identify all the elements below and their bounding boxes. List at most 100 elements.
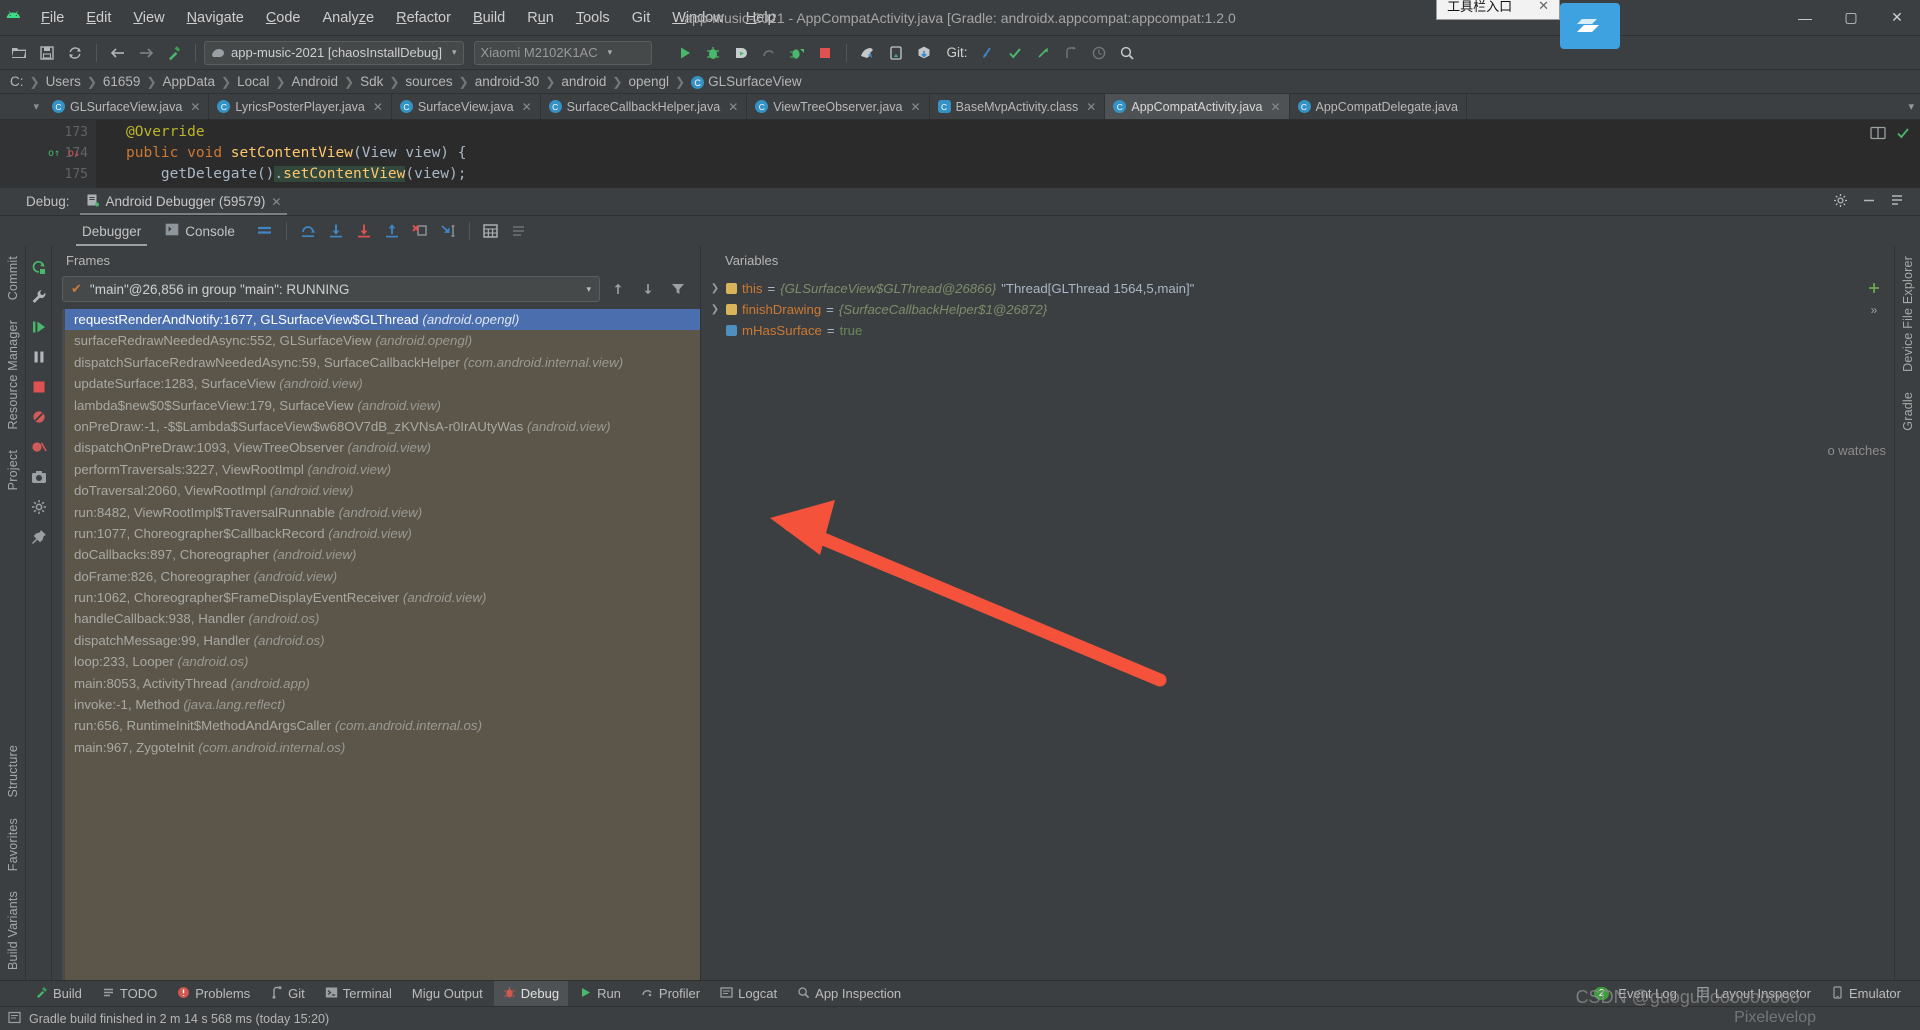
editor-tab-5[interactable]: C BaseMvpActivity.class ✕ [929, 94, 1106, 119]
variable-row[interactable]: mHasSurface = true [709, 320, 1854, 341]
close-icon[interactable]: ✕ [522, 100, 532, 114]
frame-row[interactable]: run:8482, ViewRootImpl$TraversalRunnable… [62, 502, 700, 523]
camera-icon[interactable] [26, 462, 52, 492]
frame-row[interactable]: doCallbacks:897, Choreographer (android.… [62, 544, 700, 565]
frame-row[interactable]: run:656, RuntimeInit$MethodAndArgsCaller… [62, 715, 700, 736]
frame-row[interactable]: updateSurface:1283, SurfaceView (android… [62, 373, 700, 394]
editor-tab-4[interactable]: C ViewTreeObserver.java ✕ [747, 94, 930, 119]
filter-icon[interactable] [666, 277, 690, 301]
frame-row[interactable]: dispatchOnPreDraw:1093, ViewTreeObserver… [62, 437, 700, 458]
force-step-into-icon[interactable] [350, 217, 378, 245]
frame-row[interactable]: run:1062, Choreographer$FrameDisplayEven… [62, 587, 700, 608]
frame-row[interactable]: performTraversals:3227, ViewRootImpl (an… [62, 459, 700, 480]
tab-console[interactable]: Console [153, 216, 247, 246]
breadcrumb-item-5[interactable]: Android [287, 74, 342, 89]
implementing-marker-icon[interactable]: o↑ [48, 143, 60, 164]
expand-chevron-icon[interactable]: ❯ [709, 278, 721, 299]
pin-icon[interactable] [26, 522, 52, 552]
tool-button-layout-inspector[interactable]: Layout Inspector [1688, 981, 1820, 1007]
editor-tab-2[interactable]: C SurfaceView.java ✕ [391, 94, 541, 119]
step-out-icon[interactable] [378, 217, 406, 245]
tool-button-logcat[interactable]: Logcat [711, 981, 786, 1007]
tool-button-migu-output[interactable]: Migu Output [403, 981, 492, 1007]
breadcrumb-item-2[interactable]: 61659 [99, 74, 145, 89]
settings-list-icon[interactable] [505, 217, 533, 245]
breadcrumb-item-4[interactable]: Local [233, 74, 273, 89]
minimize-icon[interactable] [1862, 193, 1876, 210]
frames-list[interactable]: requestRenderAndNotify:1677, GLSurfaceVi… [62, 309, 700, 980]
git-branch-icon[interactable] [1058, 40, 1084, 66]
menu-code[interactable]: Code [255, 6, 312, 30]
avd-manager-icon[interactable] [883, 40, 909, 66]
close-icon[interactable]: ✕ [728, 100, 738, 114]
menu-view[interactable]: View [122, 6, 175, 30]
expand-chevron-icon[interactable]: ❯ [709, 299, 721, 320]
editor-tab-7[interactable]: C AppCompatDelegate.java [1289, 94, 1467, 119]
menu-file[interactable]: FFileile [30, 6, 75, 30]
step-into-icon[interactable] [322, 217, 350, 245]
thread-combo[interactable]: ✔ "main"@26,856 in group "main": RUNNING… [62, 276, 600, 302]
chevrons-icon[interactable]: » [1871, 303, 1878, 317]
tool-button-app-inspection[interactable]: App Inspection [788, 981, 910, 1007]
minimize-button[interactable]: — [1782, 0, 1828, 36]
resume-program-icon[interactable] [26, 312, 52, 342]
maximize-button[interactable]: ▢ [1828, 0, 1874, 36]
back-arrow-icon[interactable] [105, 40, 131, 66]
close-icon[interactable]: ✕ [1086, 100, 1096, 114]
editor-tab-0[interactable]: C GLSurfaceView.java ✕ [44, 94, 210, 119]
frame-row[interactable]: loop:233, Looper (android.os) [62, 651, 700, 672]
code-lines[interactable]: @Override public void setContentView(Vie… [96, 120, 1920, 188]
arrow-down-icon[interactable] [636, 277, 660, 301]
variable-row[interactable]: ❯ this = {GLSurfaceView$GLThread@26866} … [709, 278, 1854, 299]
attach-debugger-icon[interactable] [728, 40, 754, 66]
frame-row[interactable]: invoke:-1, Method (java.lang.reflect) [62, 694, 700, 715]
debug-button-icon[interactable] [700, 40, 726, 66]
editor-tab-6[interactable]: C AppCompatActivity.java ✕ [1105, 94, 1290, 119]
tool-button-terminal[interactable]: Terminal [316, 981, 401, 1007]
tool-button-run[interactable]: Run [570, 981, 630, 1007]
frame-row[interactable]: main:8053, ActivityThread (android.app) [62, 673, 700, 694]
run-configuration-combo[interactable]: app-music-2021 [chaosInstallDebug] ▾ [204, 40, 464, 65]
menu-git[interactable]: Git [621, 6, 662, 30]
profiler-icon[interactable] [756, 40, 782, 66]
drop-frame-icon[interactable] [406, 217, 434, 245]
sidebar-item-structure[interactable]: Structure [6, 735, 20, 808]
inspection-ok-icon[interactable] [1896, 126, 1910, 144]
pause-program-icon[interactable] [26, 342, 52, 372]
stop-icon[interactable] [26, 372, 52, 402]
sidebar-item-commit[interactable]: Commit [6, 246, 20, 310]
variables-list[interactable]: ❯ this = {GLSurfaceView$GLThread@26866} … [701, 274, 1854, 980]
git-commit-icon[interactable] [1002, 40, 1028, 66]
view-breakpoints-icon[interactable] [26, 432, 52, 462]
frame-row[interactable]: lambda$new$0$SurfaceView:179, SurfaceVie… [62, 395, 700, 416]
sidebar-item-resource-manager[interactable]: Resource Manager [6, 310, 20, 440]
frame-row[interactable]: doFrame:826, Choreographer (android.view… [62, 566, 700, 587]
code-editor[interactable]: 173 174 o↑ o↓ 175 @Override public void … [0, 120, 1920, 188]
forward-arrow-icon[interactable] [133, 40, 159, 66]
sdk-update-icon[interactable] [911, 40, 937, 66]
tabs-more-icon[interactable]: ▾ [1908, 100, 1914, 113]
evaluate-expression-icon[interactable] [477, 217, 505, 245]
breadcrumb-item-6[interactable]: Sdk [356, 74, 387, 89]
menu-analyze[interactable]: Analyze [312, 6, 386, 30]
sidebar-item-device-file-explorer[interactable]: Device File Explorer [1901, 246, 1915, 382]
breadcrumb-item-7[interactable]: sources [401, 74, 456, 89]
apply-changes-icon[interactable] [784, 40, 810, 66]
breadcrumb-item-1[interactable]: Users [42, 74, 85, 89]
sidebar-item-favorites[interactable]: Favorites [6, 808, 20, 881]
frame-row[interactable]: onPreDraw:-1, -$$Lambda$SurfaceView$w68O… [62, 416, 700, 437]
search-everywhere-icon[interactable] [1114, 40, 1140, 66]
menu-run[interactable]: Run [516, 6, 565, 30]
device-combo[interactable]: Xiaomi M2102K1AC ▾ [473, 40, 652, 65]
sync-icon[interactable] [62, 40, 88, 66]
tool-button-profiler[interactable]: Profiler [632, 981, 709, 1007]
close-button[interactable]: ✕ [1874, 0, 1920, 36]
breadcrumb-item-8[interactable]: android-30 [471, 74, 544, 89]
close-icon[interactable]: ✕ [1270, 100, 1280, 114]
breadcrumb-item-11[interactable]: C GLSurfaceView [687, 74, 806, 90]
git-update-icon[interactable] [974, 40, 1000, 66]
settings-icon[interactable] [26, 492, 52, 522]
mute-breakpoints-icon[interactable] [26, 402, 52, 432]
sidebar-item-project[interactable]: Project [6, 440, 20, 500]
tool-button-debug[interactable]: Debug [493, 980, 569, 1007]
